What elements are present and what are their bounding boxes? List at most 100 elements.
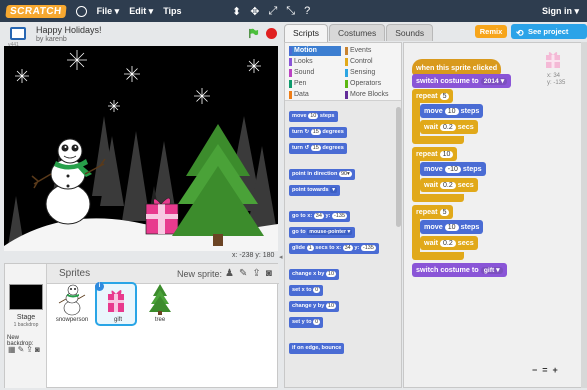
block-input[interactable]: 10 — [444, 224, 459, 231]
category-events[interactable]: Events — [345, 46, 397, 56]
backdrop-library-icon[interactable]: ▦ — [8, 345, 16, 354]
project-author[interactable]: by karenb — [36, 36, 67, 43]
block-input[interactable]: 5 — [439, 209, 450, 216]
sprite-tile-tree[interactable]: tree — [139, 282, 181, 326]
category-pen[interactable]: Pen — [289, 79, 341, 89]
block-input[interactable]: 1 — [306, 245, 314, 251]
tab-costumes[interactable]: Costumes — [328, 24, 386, 41]
block-dropdown[interactable]: mouse-pointer ▾ — [307, 229, 353, 235]
block-input[interactable]: 0.2 — [439, 124, 456, 131]
block-input[interactable]: 34 — [313, 213, 324, 219]
stage-selector[interactable]: Stage 1 backdrop New backdrop: ▦ ✎ ⇪ ◙ — [5, 264, 47, 388]
stage-thumbnail[interactable] — [9, 284, 43, 310]
block-turn-left[interactable]: turn ↺ 15 degrees — [289, 143, 347, 154]
block-input[interactable]: 0 — [313, 319, 321, 325]
category-sensing[interactable]: Sensing — [345, 68, 397, 78]
block-goto-xy[interactable]: go to x: 34 y: -135 — [289, 211, 351, 222]
upload-sprite-icon[interactable]: ⇪ — [252, 268, 260, 279]
script-area[interactable]: when this sprite clicked switch costume … — [403, 42, 587, 388]
category-operators[interactable]: Operators — [345, 79, 397, 89]
stop-icon[interactable] — [266, 28, 277, 39]
block-dropdown[interactable]: gift ▾ — [480, 267, 503, 274]
menu-tips[interactable]: Tips — [163, 6, 181, 16]
camera-backdrop-icon[interactable]: ◙ — [35, 345, 40, 354]
block-input[interactable]: 10 — [308, 113, 319, 119]
sprite-info-icon[interactable]: i — [95, 282, 104, 291]
block-move-steps[interactable]: move 10 steps — [289, 111, 338, 122]
category-control[interactable]: Control — [345, 57, 397, 67]
block-input[interactable]: 5 — [439, 93, 450, 100]
block-dropdown[interactable]: ▾ — [330, 187, 337, 193]
block-set-x[interactable]: set x to 0 — [289, 285, 324, 296]
help-icon[interactable]: ? — [304, 5, 310, 18]
shrink-icon[interactable]: ⤡ — [286, 5, 295, 18]
block-input[interactable]: -10 — [444, 166, 461, 173]
block-input[interactable]: 0 — [313, 287, 321, 293]
stage-canvas[interactable] — [4, 46, 278, 251]
green-flag-icon[interactable] — [248, 28, 259, 39]
block-input[interactable]: 10 — [439, 151, 454, 158]
block-switch-costume[interactable]: switch costume to gift ▾ — [412, 263, 507, 277]
project-title[interactable]: Happy Holidays! — [36, 25, 102, 35]
block-input[interactable]: 10 — [325, 271, 337, 277]
language-globe-icon[interactable] — [75, 5, 87, 17]
block-input[interactable]: 0.2 — [439, 240, 456, 247]
zoom-out-icon[interactable]: − — [532, 365, 537, 375]
block-input[interactable]: 15 — [310, 129, 321, 135]
tab-sounds[interactable]: Sounds — [386, 24, 434, 41]
menu-edit[interactable]: Edit ▾ — [129, 6, 153, 17]
block-point-direction[interactable]: point in direction 90▾ — [289, 169, 355, 180]
grow-icon[interactable]: ⤢ — [268, 5, 277, 18]
block-repeat[interactable]: repeat 5 — [412, 89, 454, 103]
category-motion[interactable]: Motion — [289, 46, 341, 56]
menu-file[interactable]: File ▾ — [97, 6, 120, 17]
category-sound[interactable]: Sound — [289, 68, 341, 78]
layout-toggle-icon[interactable]: ◂ — [279, 253, 283, 261]
block-when-sprite-clicked[interactable]: when this sprite clicked — [412, 59, 502, 75]
block-point-towards[interactable]: point towards ▾ — [289, 185, 340, 196]
block-bounce[interactable]: if on edge, bounce — [289, 343, 345, 354]
script-scrollbar[interactable] — [581, 42, 587, 388]
block-wait[interactable]: wait 0.2 secs — [420, 120, 478, 134]
zoom-reset-icon[interactable]: = — [542, 365, 547, 375]
block-dropdown[interactable]: 2014 ▾ — [480, 78, 508, 85]
block-input[interactable]: 90▾ — [338, 171, 352, 177]
block-wait[interactable]: wait 0.2 secs — [420, 178, 478, 192]
delete-cut-icon[interactable]: ✥ — [250, 5, 259, 18]
sign-in-link[interactable]: Sign in ▾ — [542, 6, 579, 17]
category-more-blocks[interactable]: More Blocks — [345, 90, 397, 100]
block-repeat[interactable]: repeat 5 — [412, 205, 454, 219]
category-looks[interactable]: Looks — [289, 57, 341, 67]
block-switch-costume[interactable]: switch costume to 2014 ▾ — [412, 74, 512, 88]
category-data[interactable]: Data — [289, 90, 341, 100]
block-glide[interactable]: glide 1 secs to x: 34 y: -135 — [289, 243, 379, 254]
palette-scrollbar[interactable] — [396, 107, 401, 227]
sprite-tile-snowperson[interactable]: snowperson — [51, 282, 93, 326]
block-input[interactable]: -135 — [332, 213, 348, 219]
block-input[interactable]: 34 — [342, 245, 353, 251]
block-input[interactable]: 10 — [444, 108, 459, 115]
block-input[interactable]: 0.2 — [439, 182, 456, 189]
block-repeat[interactable]: repeat 10 — [412, 147, 458, 161]
duplicate-stamp-icon[interactable]: ⬍ — [232, 5, 241, 18]
block-change-y[interactable]: change y by 10 — [289, 301, 340, 312]
camera-sprite-icon[interactable]: ◙ — [266, 268, 272, 279]
scratch-logo[interactable]: SCRATCH — [5, 4, 67, 18]
see-project-page-button[interactable]: ⟲ See project page — [511, 24, 587, 51]
presentation-mode-icon[interactable] — [10, 27, 26, 40]
block-move-steps[interactable]: move 10 steps — [420, 220, 484, 234]
sprite-library-icon[interactable]: ♟ — [225, 268, 234, 279]
block-input[interactable]: 10 — [325, 303, 337, 309]
block-goto[interactable]: go to mouse-pointer ▾ — [289, 227, 356, 238]
block-move-steps[interactable]: move -10 steps — [420, 162, 486, 176]
paint-sprite-icon[interactable]: ✎ — [239, 268, 247, 279]
paint-backdrop-icon[interactable]: ✎ — [18, 345, 25, 354]
block-input[interactable]: -135 — [360, 245, 376, 251]
sprite-tile-gift[interactable]: i gift — [95, 282, 137, 326]
remix-button[interactable]: Remix — [475, 25, 507, 38]
zoom-in-icon[interactable]: + — [553, 365, 558, 375]
tab-scripts[interactable]: Scripts — [284, 24, 328, 42]
block-change-x[interactable]: change x by 10 — [289, 269, 340, 280]
block-input[interactable]: 15 — [310, 145, 321, 151]
block-move-steps[interactable]: move 10 steps — [420, 104, 484, 118]
